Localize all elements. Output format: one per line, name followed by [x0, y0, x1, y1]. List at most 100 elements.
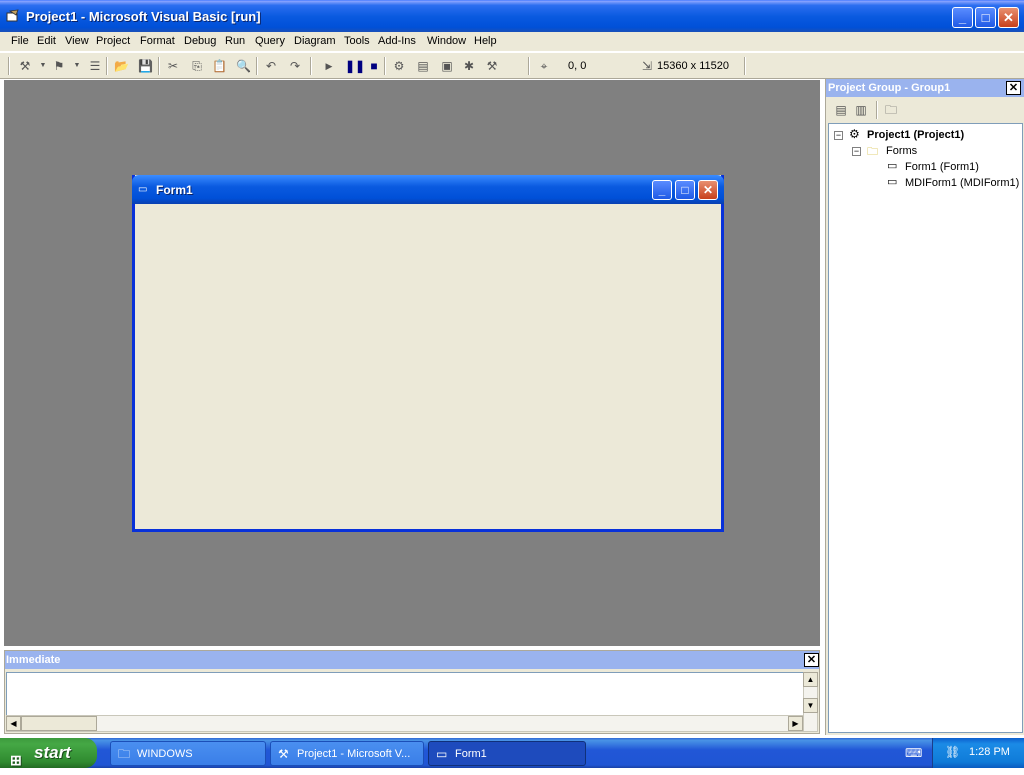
toolbar-separator [744, 57, 746, 75]
menu-file[interactable]: File [11, 35, 29, 47]
add-project-dropdown-icon[interactable]: ▼ [36, 59, 50, 73]
vb-app-icon: ⚒ [278, 747, 289, 761]
menu-editor-icon[interactable]: ☰ [88, 59, 102, 73]
collapse-forms-icon[interactable]: − [852, 147, 861, 156]
find-icon[interactable]: 🔍 [236, 59, 251, 73]
task-label: Project1 - Microsoft V... [297, 748, 411, 760]
project-explorer-title-bar[interactable]: Project Group - Group1 ✕ [826, 79, 1024, 97]
toolbar-grip[interactable] [8, 57, 10, 75]
app-title-bar[interactable]: Project1 - Microsoft Visual Basic [run] … [0, 0, 1024, 32]
menu-diagram[interactable]: Diagram [294, 35, 336, 47]
vb-app-icon[interactable] [6, 9, 20, 23]
immediate-vertical-scrollbar[interactable]: ▲ ▼ [803, 672, 818, 732]
menu-debug[interactable]: Debug [184, 35, 216, 47]
tree-form1-node[interactable]: Form1 (Form1) [905, 161, 979, 173]
form1-title-bar[interactable]: ▭ Form1 _ □ ✕ [132, 175, 724, 204]
toolbar-separator [876, 101, 878, 119]
view-code-icon[interactable]: ▤ [834, 103, 848, 117]
scroll-up-arrow-icon[interactable]: ▲ [803, 672, 818, 687]
form-minimize-button[interactable]: _ [652, 180, 672, 200]
copy-icon[interactable]: ⎘ [190, 59, 204, 73]
menu-addins[interactable]: Add-Ins [378, 35, 416, 47]
standard-toolbar: ⚒ ▼ ⚑ ▼ ☰ 📂 💾 ✂ ⎘ 📋 🔍 ↶ ↷ ▶ ❚❚ ■ ⚙ ▤ ▣ ✱… [0, 53, 1024, 79]
project-explorer-icon[interactable]: ⚙ [392, 59, 406, 73]
mdi-form-icon: ▭ [887, 176, 898, 188]
immediate-horizontal-scrollbar[interactable]: ◀ ▶ [6, 715, 804, 732]
menu-query[interactable]: Query [255, 35, 285, 47]
open-project-icon[interactable]: 📂 [114, 59, 129, 73]
start-button[interactable]: ⊞ start [0, 738, 97, 768]
properties-window-icon[interactable]: ▤ [416, 59, 430, 73]
task-vb-project[interactable]: ⚒ Project1 - Microsoft V... [270, 741, 424, 766]
keyboard-icon[interactable]: ⌨ [905, 746, 922, 760]
close-button[interactable]: ✕ [998, 7, 1019, 28]
break-icon[interactable]: ❚❚ [345, 59, 365, 73]
size-readout: 15360 x 11520 [657, 60, 729, 72]
menu-window[interactable]: Window [427, 35, 466, 47]
menu-tools[interactable]: Tools [344, 35, 370, 47]
menu-project[interactable]: Project [96, 35, 130, 47]
toolbar-separator [310, 57, 312, 75]
add-form-icon[interactable]: ⚑ [52, 59, 66, 73]
object-browser-icon[interactable]: ✱ [462, 59, 476, 73]
maximize-button[interactable]: □ [975, 7, 996, 28]
system-tray: ⛓ 1:28 PM [932, 738, 1024, 768]
toggle-folders-icon[interactable]: 🗀 [884, 103, 898, 117]
immediate-title-bar[interactable]: Immediate ✕ [5, 651, 819, 669]
project-explorer-toolbar: ▤ ▥ 🗀 [826, 97, 1024, 123]
tree-mdiform1-node[interactable]: MDIForm1 (MDIForm1) [905, 177, 1019, 189]
toolbox-icon[interactable]: ⚒ [485, 59, 499, 73]
network-icon[interactable]: ⛓ [945, 745, 960, 759]
view-object-icon[interactable]: ▥ [854, 103, 868, 117]
project-icon: ⚙ [849, 127, 860, 141]
save-project-icon[interactable]: 💾 [138, 59, 153, 73]
clock[interactable]: 1:28 PM [969, 746, 1010, 758]
minimize-button[interactable]: _ [952, 7, 973, 28]
menu-view[interactable]: View [65, 35, 89, 47]
windows-taskbar: ⊞ start 🗀 WINDOWS ⚒ Project1 - Microsoft… [0, 738, 1024, 768]
project-explorer-close-button[interactable]: ✕ [1006, 81, 1021, 95]
folder-icon: 🗀 [867, 146, 878, 158]
add-form-dropdown-icon[interactable]: ▼ [70, 59, 84, 73]
undo-icon[interactable]: ↶ [264, 59, 278, 73]
form-icon: ▭ [887, 160, 898, 172]
immediate-window[interactable]: Immediate ✕ ▲ ▼ ◀ ▶ [4, 650, 820, 734]
tree-project-node[interactable]: Project1 (Project1) [867, 129, 964, 141]
start-icon[interactable]: ▶ [322, 59, 336, 73]
position-readout: 0, 0 [568, 60, 587, 72]
scroll-thumb[interactable] [21, 716, 97, 731]
add-project-icon[interactable]: ⚒ [18, 59, 32, 73]
windows-logo-icon: ⊞ [10, 752, 22, 768]
toolbar-separator [158, 57, 160, 75]
form1-title: Form1 [156, 183, 193, 197]
redo-icon[interactable]: ↷ [288, 59, 302, 73]
folder-icon: 🗀 [118, 747, 131, 761]
form1-window[interactable]: ▭ Form1 _ □ ✕ [132, 175, 724, 532]
project-tree[interactable]: − ⚙ Project1 (Project1) − 🗀 Forms ▭ Form… [828, 123, 1023, 733]
menu-format[interactable]: Format [140, 35, 175, 47]
form-close-button[interactable]: ✕ [698, 180, 718, 200]
task-windows-folder[interactable]: 🗀 WINDOWS [110, 741, 266, 766]
scroll-down-arrow-icon[interactable]: ▼ [803, 698, 818, 713]
end-icon[interactable]: ■ [367, 59, 381, 73]
tree-forms-folder[interactable]: Forms [886, 145, 917, 157]
menu-run[interactable]: Run [225, 35, 245, 47]
paste-icon[interactable]: 📋 [212, 59, 227, 73]
form-maximize-button[interactable]: □ [675, 180, 695, 200]
toolbar-separator [384, 57, 386, 75]
menu-help[interactable]: Help [474, 35, 497, 47]
immediate-text-area[interactable] [6, 672, 806, 716]
form-icon[interactable]: ▭ [138, 184, 147, 195]
immediate-close-button[interactable]: ✕ [804, 653, 819, 667]
start-label: start [34, 743, 71, 762]
task-form1[interactable]: ▭ Form1 [428, 741, 586, 766]
collapse-project-icon[interactable]: − [834, 131, 843, 140]
scroll-right-arrow-icon[interactable]: ▶ [788, 716, 803, 731]
size-icon: ⇲ [641, 59, 653, 73]
menu-edit[interactable]: Edit [37, 35, 56, 47]
immediate-title: Immediate [6, 654, 61, 666]
scroll-left-arrow-icon[interactable]: ◀ [6, 716, 21, 731]
cut-icon[interactable]: ✂ [166, 59, 180, 73]
app-title: Project1 - Microsoft Visual Basic [run] [26, 9, 261, 24]
form-layout-icon[interactable]: ▣ [440, 59, 454, 73]
